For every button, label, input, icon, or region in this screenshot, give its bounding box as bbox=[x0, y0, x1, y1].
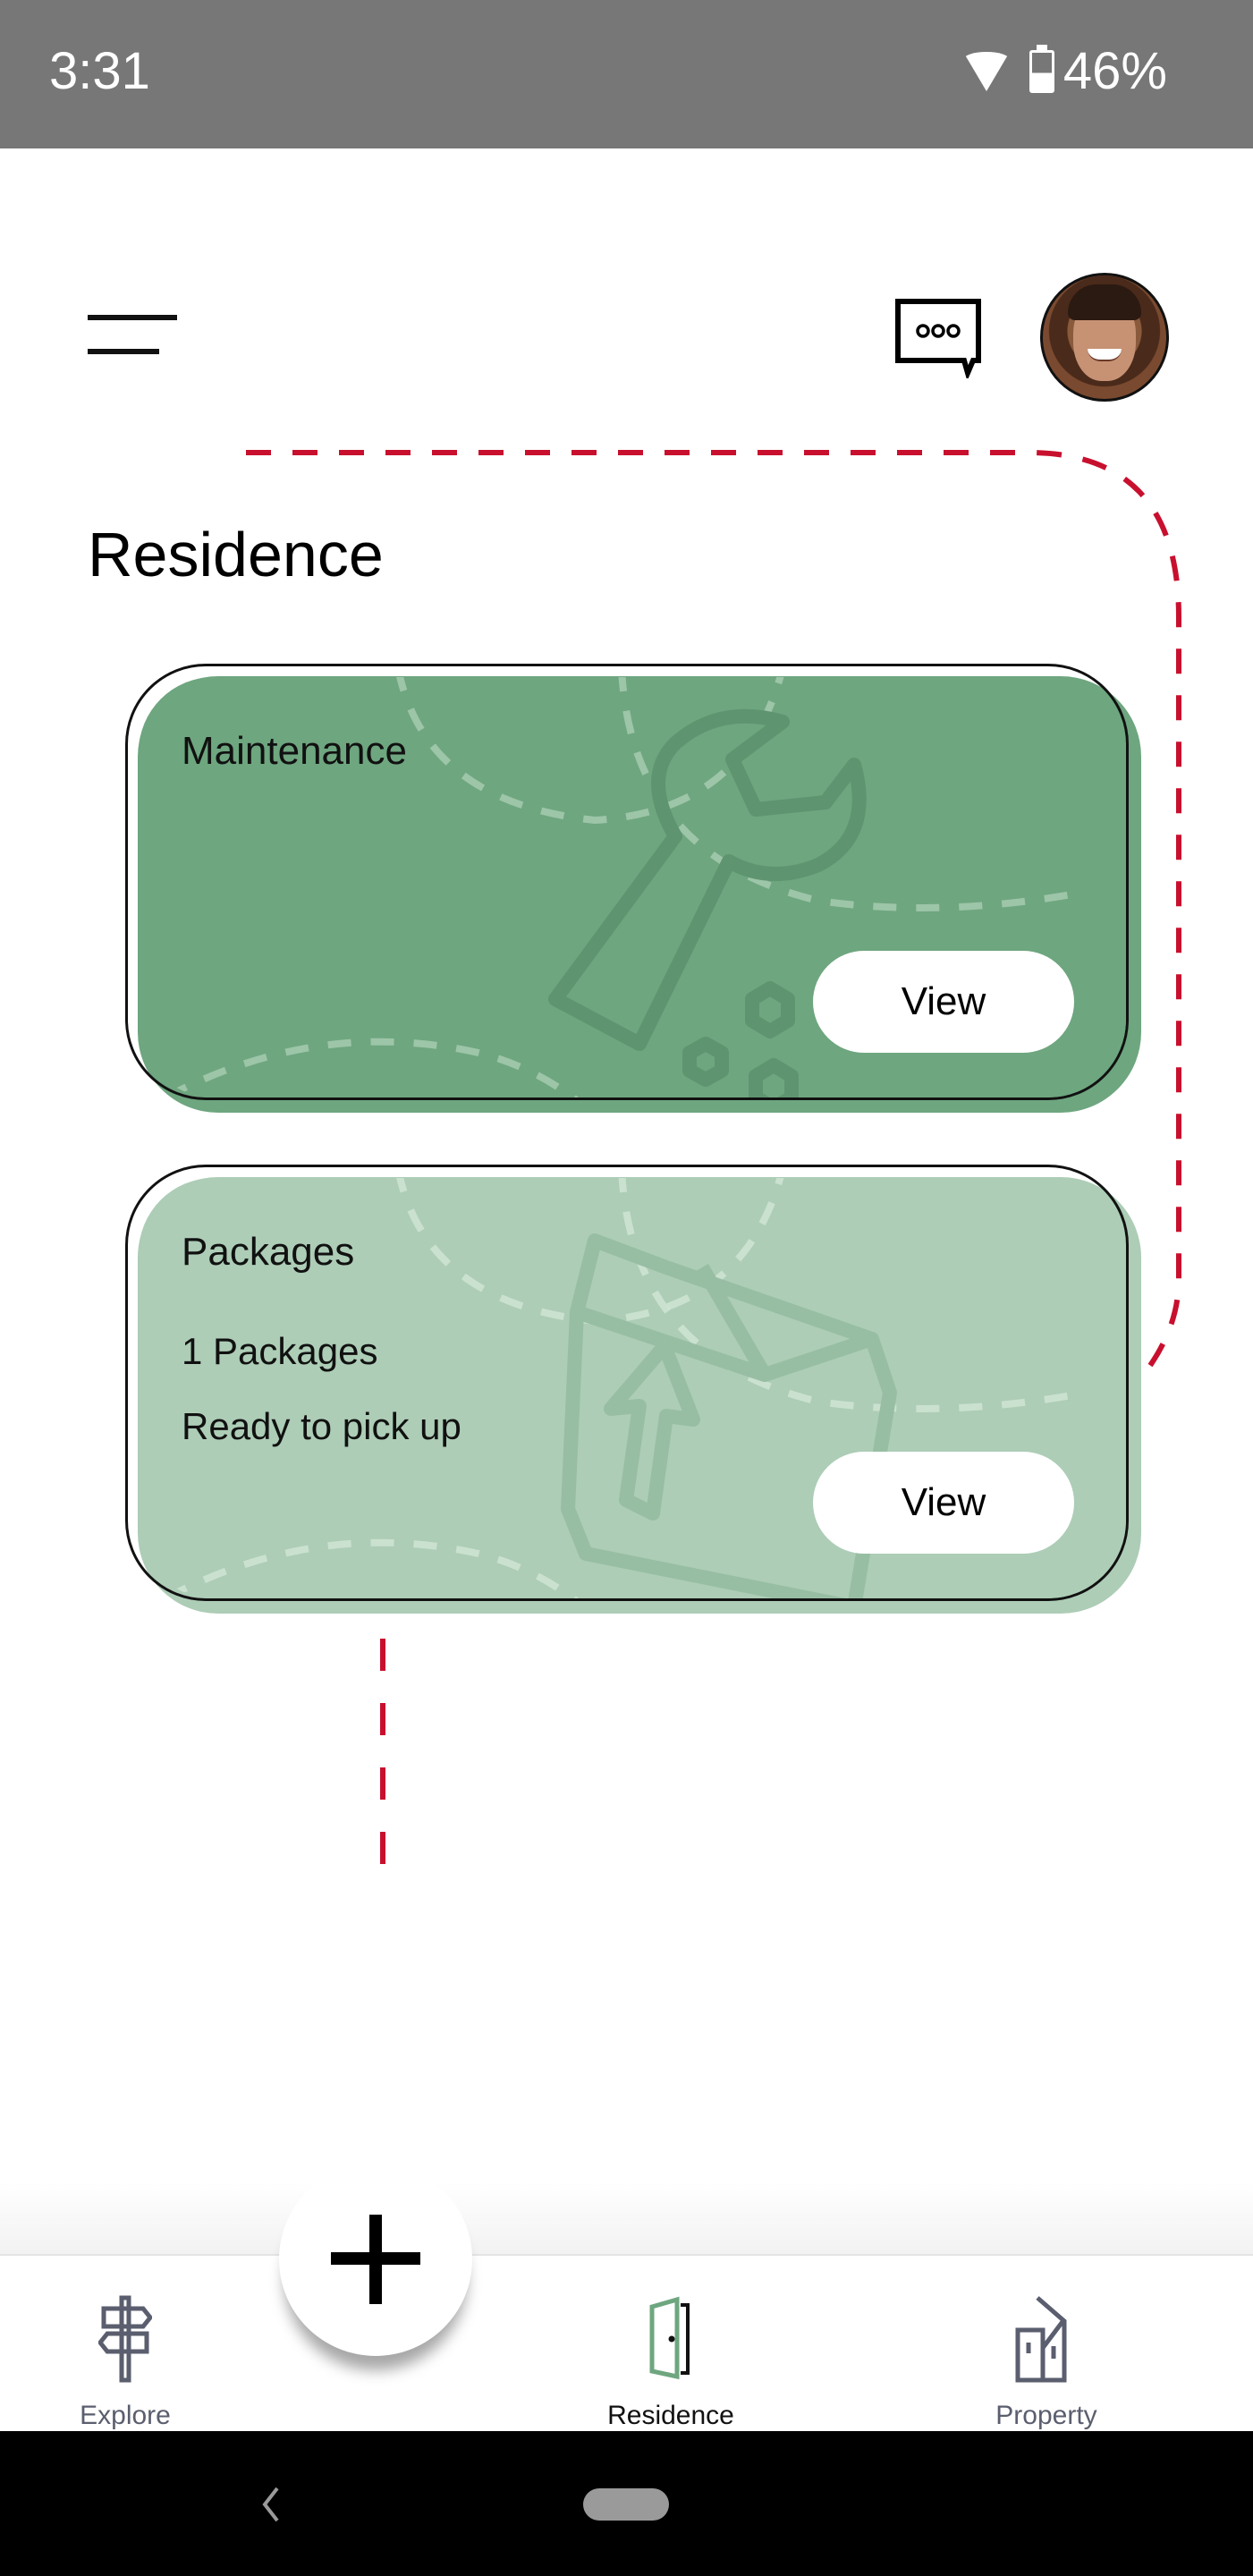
card-body: Maintenance View bbox=[125, 664, 1129, 1100]
page-title: Residence bbox=[88, 520, 384, 589]
avatar-hair bbox=[1068, 284, 1141, 320]
packages-view-button[interactable]: View bbox=[813, 1452, 1074, 1554]
home-pill[interactable] bbox=[583, 2488, 669, 2521]
plus-icon-vertical bbox=[369, 2215, 382, 2304]
nav-label: Explore bbox=[80, 2401, 171, 2430]
card-body: Packages 1 Packages Ready to pick up Vie… bbox=[125, 1165, 1129, 1601]
back-chevron-icon[interactable] bbox=[258, 2485, 284, 2524]
nav-item-explore[interactable]: Explore bbox=[36, 2294, 215, 2431]
maintenance-card[interactable]: Maintenance View bbox=[125, 664, 1141, 1113]
user-avatar[interactable] bbox=[1040, 273, 1169, 402]
nav-item-property[interactable]: Property bbox=[957, 2294, 1136, 2431]
nav-label: Property bbox=[995, 2401, 1097, 2430]
packages-card[interactable]: Packages 1 Packages Ready to pick up Vie… bbox=[125, 1165, 1141, 1614]
wifi-icon bbox=[962, 51, 1010, 91]
status-bar: 3:31 46% bbox=[0, 0, 1253, 148]
card-title: Packages bbox=[182, 1230, 355, 1274]
battery-icon bbox=[1029, 44, 1054, 93]
hamburger-menu-icon[interactable] bbox=[88, 315, 177, 356]
package-count: 1 Packages bbox=[182, 1330, 378, 1372]
card-title: Maintenance bbox=[182, 729, 407, 773]
battery-percent: 46% bbox=[1063, 42, 1167, 100]
status-time: 3:31 bbox=[49, 42, 150, 100]
add-fab-button[interactable] bbox=[279, 2163, 472, 2356]
door-icon bbox=[649, 2296, 690, 2380]
buildings-icon bbox=[1015, 2296, 1067, 2383]
status-icons: 46% bbox=[962, 41, 1167, 101]
signpost-icon bbox=[97, 2295, 154, 2383]
chat-bubble-icon[interactable] bbox=[894, 298, 984, 378]
package-status: Ready to pick up bbox=[182, 1405, 461, 1447]
nav-item-residence[interactable]: Residence bbox=[581, 2294, 760, 2431]
maintenance-view-button[interactable]: View bbox=[813, 951, 1074, 1053]
nav-label: Residence bbox=[607, 2401, 734, 2430]
